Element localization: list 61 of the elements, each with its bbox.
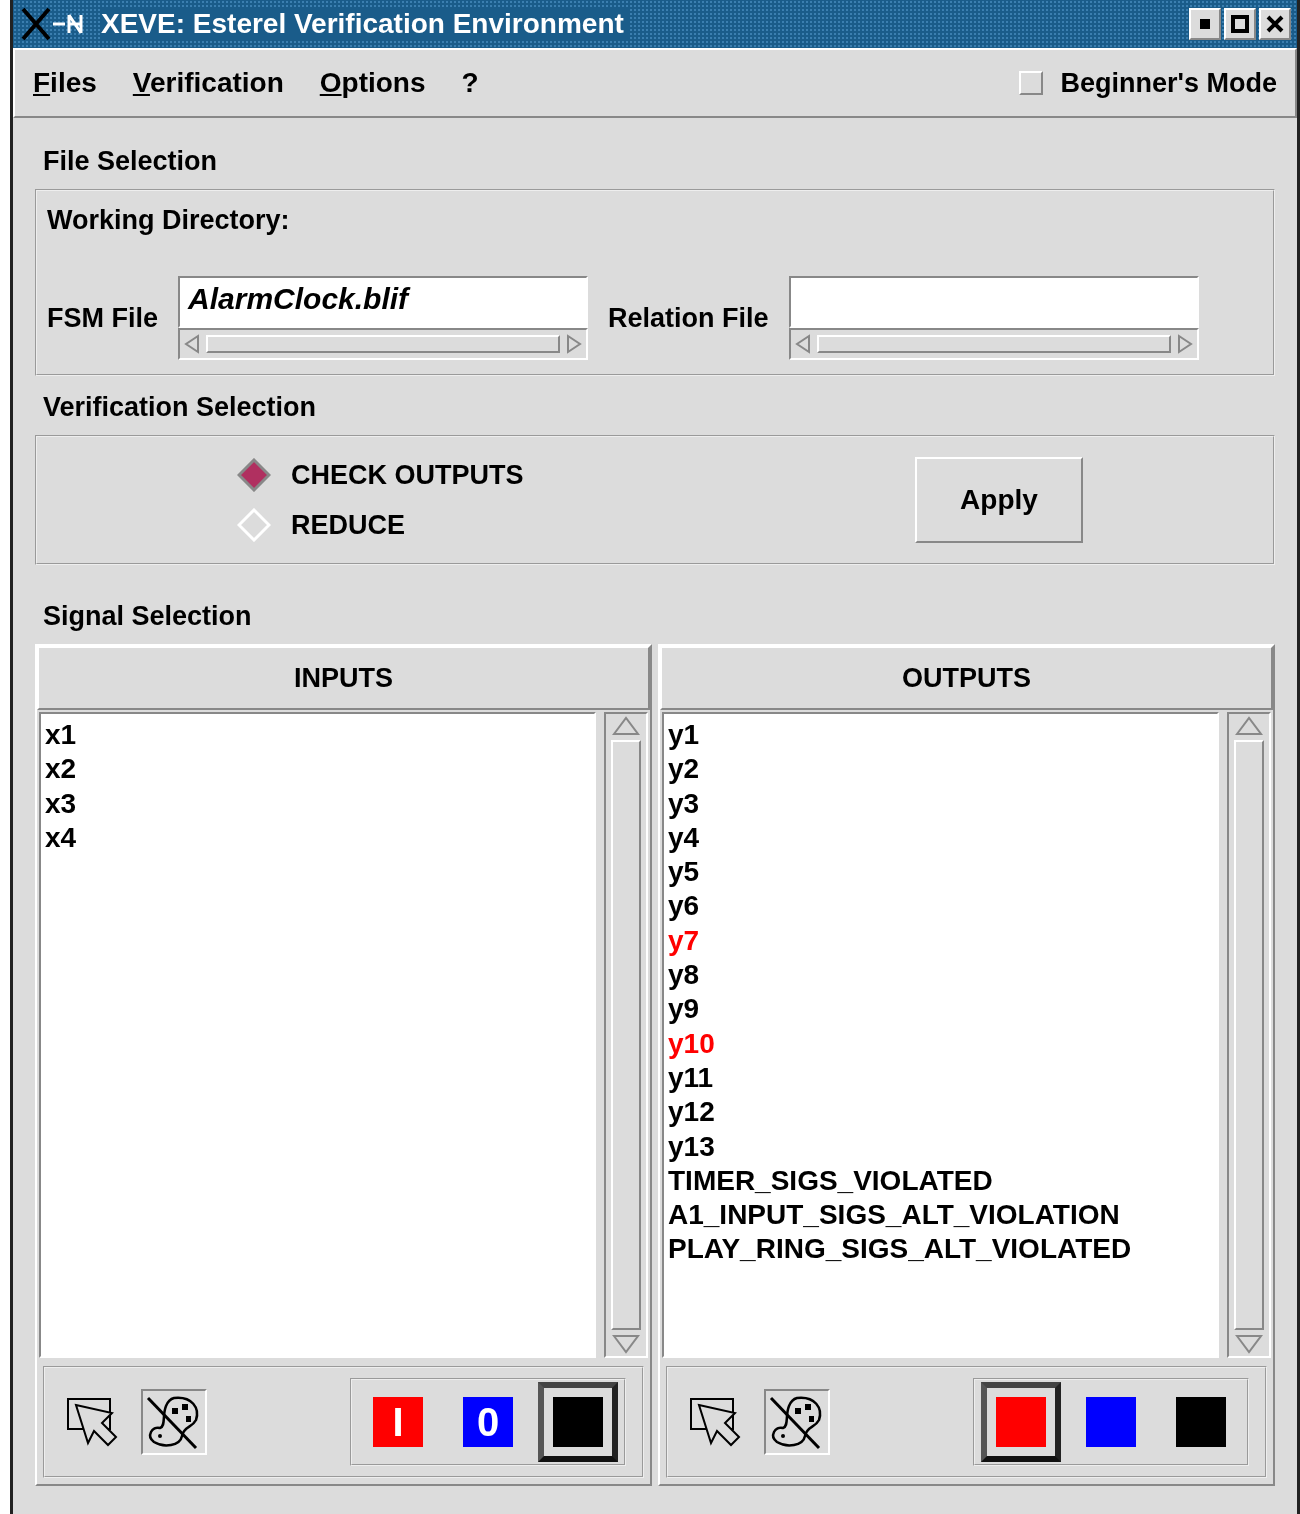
radio-label: CHECK OUTPUTS bbox=[291, 459, 524, 491]
checkbox[interactable] bbox=[1018, 71, 1043, 95]
section-title: Verification Selection bbox=[42, 391, 318, 424]
signal-item[interactable]: x2 bbox=[45, 752, 590, 787]
radio-button[interactable] bbox=[237, 458, 271, 492]
down-arrow-icon[interactable] bbox=[612, 1334, 640, 1354]
panel-header: INPUTS bbox=[37, 646, 650, 710]
field-label: Working Directory: bbox=[47, 205, 290, 235]
minimize-icon bbox=[1200, 19, 1210, 29]
signal-item[interactable]: x3 bbox=[45, 786, 590, 821]
panel-header: OUTPUTS bbox=[660, 646, 1273, 710]
close-icon bbox=[1266, 15, 1284, 33]
field-label: FSM File bbox=[47, 302, 158, 334]
menu-item[interactable]: Files bbox=[33, 67, 97, 99]
signal-item[interactable]: y8 bbox=[668, 958, 1213, 993]
window-title: XEVE: Esterel Verification Environment bbox=[101, 8, 630, 40]
signal-item[interactable]: y13 bbox=[668, 1129, 1213, 1164]
left-arrow-icon[interactable] bbox=[184, 334, 200, 354]
signal-item[interactable]: TIMER_SIGS_VIOLATED bbox=[668, 1163, 1213, 1199]
menu-item[interactable]: Options bbox=[319, 67, 426, 99]
up-arrow-icon[interactable] bbox=[1235, 716, 1263, 736]
horizontal-scrollbar[interactable] bbox=[788, 328, 1199, 360]
section-title: File Selection bbox=[42, 145, 219, 178]
input-field[interactable] bbox=[788, 276, 1199, 328]
right-arrow-icon[interactable] bbox=[566, 334, 582, 354]
signal-item[interactable]: y2 bbox=[668, 752, 1213, 787]
signal-item[interactable]: x4 bbox=[45, 820, 590, 856]
signal-item[interactable]: y1 bbox=[668, 718, 1213, 753]
signal-item[interactable]: y9 bbox=[668, 992, 1213, 1027]
minimize-button[interactable] bbox=[1189, 8, 1221, 40]
maximize-button[interactable] bbox=[1224, 8, 1256, 40]
up-arrow-icon[interactable] bbox=[612, 716, 640, 736]
signal-item[interactable]: y11 bbox=[668, 1060, 1213, 1096]
checkbox-label: Beginner's Mode bbox=[1060, 67, 1277, 99]
menu-item[interactable]: Verification bbox=[132, 67, 284, 99]
signal-item[interactable]: y6 bbox=[668, 889, 1213, 924]
vertical-scrollbar[interactable] bbox=[1227, 712, 1271, 1358]
input-field[interactable]: AlarmClock.blif bbox=[178, 276, 588, 328]
signal-item[interactable]: x1 bbox=[45, 718, 590, 753]
signal-item[interactable]: y12 bbox=[668, 1095, 1213, 1130]
apply-button[interactable]: Apply bbox=[915, 457, 1083, 543]
radio-label: REDUCE bbox=[291, 509, 405, 541]
down-arrow-icon[interactable] bbox=[1235, 1334, 1263, 1354]
color-swatch-button[interactable] bbox=[538, 1382, 618, 1462]
signal-item[interactable]: y7 bbox=[668, 923, 1213, 959]
horizontal-scrollbar[interactable] bbox=[178, 328, 588, 360]
section-title: Signal Selection bbox=[42, 600, 253, 633]
signal-item[interactable]: y3 bbox=[668, 786, 1213, 821]
right-arrow-icon[interactable] bbox=[1176, 334, 1193, 354]
field-label: Relation File bbox=[608, 302, 769, 334]
signal-item[interactable]: y10 bbox=[668, 1026, 1213, 1061]
signal-item[interactable]: A1_INPUT_SIGS_ALT_VIOLATION bbox=[668, 1198, 1213, 1233]
color-swatch-button[interactable] bbox=[981, 1382, 1061, 1462]
signal-item[interactable]: y5 bbox=[668, 855, 1213, 890]
signal-item[interactable]: PLAY_RING_SIGS_ALT_VIOLATED bbox=[668, 1232, 1213, 1267]
menu-item[interactable]: ? bbox=[461, 67, 479, 99]
left-arrow-icon[interactable] bbox=[794, 334, 811, 354]
maximize-icon bbox=[1231, 15, 1249, 33]
close-button[interactable] bbox=[1259, 8, 1291, 40]
signal-item[interactable]: y4 bbox=[668, 820, 1213, 856]
vertical-scrollbar[interactable] bbox=[604, 712, 648, 1358]
